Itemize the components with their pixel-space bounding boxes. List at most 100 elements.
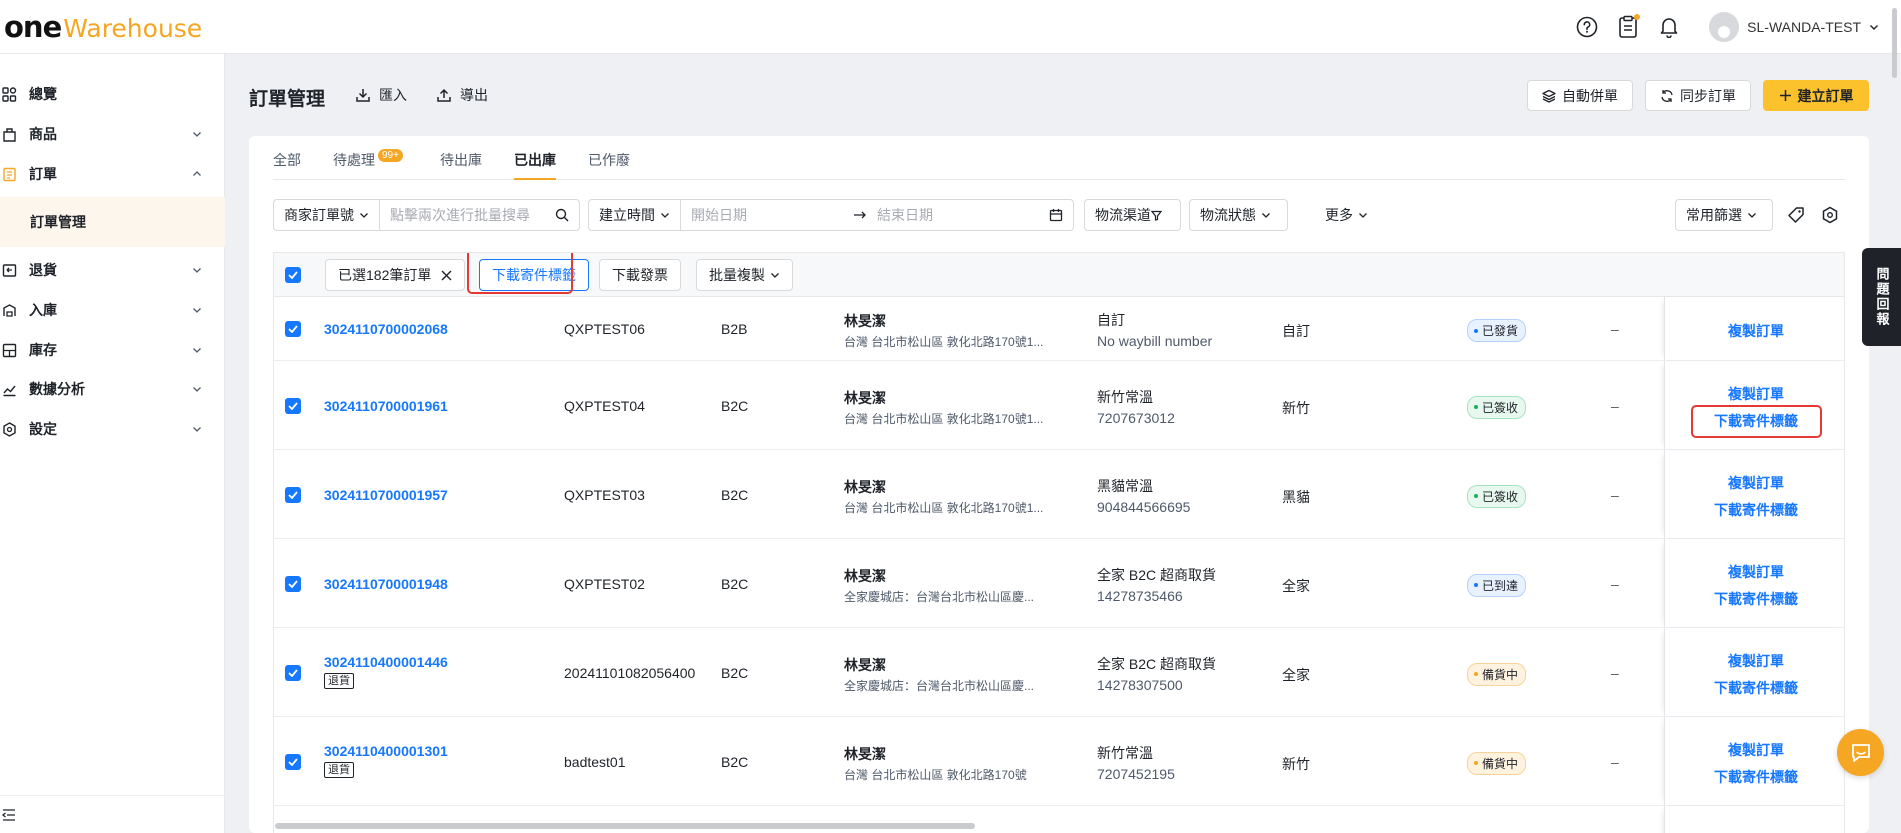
carrier: 全家 xyxy=(1282,666,1310,683)
tab-label: 已作廢 xyxy=(588,152,630,168)
download-label-link[interactable]: 下載寄件標籤 xyxy=(1665,589,1844,609)
order-number-cell: 3024110700001961 xyxy=(324,398,448,414)
order-search-input[interactable]: 點擊兩次進行批量搜尋 xyxy=(380,200,579,230)
sidebar: 總覽 商品 訂單 訂單管理 退貨 入庫 庫存 數據分析 設定 xyxy=(0,54,225,833)
chevron-down-icon xyxy=(1870,25,1878,30)
copy-order-link[interactable]: 複製訂單 xyxy=(1665,740,1844,760)
tab-all[interactable]: 全部 xyxy=(273,150,301,180)
copy-order-link[interactable]: 複製訂單 xyxy=(1665,651,1844,671)
sidebar-subitem-order-management[interactable]: 訂單管理 xyxy=(0,197,225,247)
order-number-link[interactable]: 3024110700001948 xyxy=(324,576,448,592)
more-filters-button[interactable]: 更多 xyxy=(1313,199,1373,231)
recipient-cell: 林旻潔 全家慶城店：台灣台北市松山區慶... xyxy=(844,566,1034,605)
chevron-up-icon xyxy=(191,168,203,180)
tab-bar: 全部 待處理 99+ 待出庫 已出庫 已作廢 xyxy=(273,136,1845,180)
start-date-input[interactable]: 開始日期 xyxy=(681,200,853,230)
create-order-button[interactable]: 建立訂單 xyxy=(1763,80,1869,111)
time-field-label: 建立時間 xyxy=(599,207,655,223)
sidebar-item-overview[interactable]: 總覽 xyxy=(0,74,225,114)
merchant-order-no: 20241101082056400 xyxy=(564,664,696,681)
sidebar-item-inventory[interactable]: 庫存 xyxy=(0,330,225,370)
common-filter-select[interactable]: 常用篩選 xyxy=(1675,199,1773,231)
inbound-icon xyxy=(1,302,17,318)
export-button[interactable]: 導出 xyxy=(436,85,488,105)
clipboard-icon[interactable] xyxy=(1615,14,1641,40)
order-type: B2B xyxy=(721,321,748,337)
placeholder-dash: – xyxy=(1611,753,1619,770)
column-settings-icon[interactable] xyxy=(1821,206,1839,227)
chevron-down-icon xyxy=(191,423,203,435)
row-checkbox[interactable] xyxy=(285,486,301,503)
download-label-link[interactable]: 下載寄件標籤 xyxy=(1665,678,1844,698)
sidebar-item-settings[interactable]: 設定 xyxy=(0,409,225,449)
order-number-link[interactable]: 3024110700002068 xyxy=(324,321,448,337)
row-checkbox[interactable] xyxy=(285,664,301,681)
sync-orders-button[interactable]: 同步訂單 xyxy=(1645,80,1751,111)
order-icon xyxy=(1,166,17,182)
status-cell: 已發貨 xyxy=(1467,319,1527,342)
row-checkbox[interactable] xyxy=(285,575,301,592)
tab-voided[interactable]: 已作廢 xyxy=(588,150,630,180)
row-checkbox[interactable] xyxy=(285,753,301,770)
time-field-select[interactable]: 建立時間 xyxy=(589,200,681,230)
sidebar-item-products[interactable]: 商品 xyxy=(0,114,225,154)
select-all-checkbox[interactable] xyxy=(285,267,301,283)
tab-shipped[interactable]: 已出庫 xyxy=(514,150,556,180)
logistics-channel-filter[interactable]: 物流渠道 xyxy=(1084,199,1181,231)
row-checkbox[interactable] xyxy=(285,397,301,414)
collapse-sidebar-button[interactable] xyxy=(0,795,225,833)
feedback-button[interactable]: 問題回報 xyxy=(1862,248,1901,346)
tracking-number: 904844566695 xyxy=(1097,498,1191,515)
order-number-cell: 3024110400001301 退貨 xyxy=(324,743,448,778)
sidebar-item-inbound[interactable]: 入庫 xyxy=(0,290,225,330)
date-range-group: 建立時間 開始日期 結束日期 xyxy=(588,199,1074,231)
logistics-status-select[interactable]: 物流狀態 xyxy=(1189,199,1288,231)
auto-merge-button[interactable]: 自動併單 xyxy=(1527,80,1633,111)
copy-order-link[interactable]: 複製訂單 xyxy=(1665,473,1844,493)
merchant-order-no: QXPTEST02 xyxy=(564,575,645,592)
recipient-cell: 林旻潔 台灣 台北市松山區 敦化北路170號1... xyxy=(844,388,1043,427)
shipping-method: 黑貓常溫 xyxy=(1097,477,1153,494)
tag-icon[interactable] xyxy=(1787,206,1805,227)
logo[interactable]: one Warehouse xyxy=(4,10,202,44)
status-badge: 備貨中 xyxy=(1467,751,1527,775)
close-icon[interactable] xyxy=(441,270,452,281)
tab-pending[interactable]: 待處理 99+ xyxy=(333,149,403,180)
copy-order-link[interactable]: 複製訂單 xyxy=(1665,384,1844,404)
chat-button[interactable] xyxy=(1837,729,1884,776)
chevron-down-icon xyxy=(191,128,203,140)
placeholder-dash: – xyxy=(1611,575,1619,592)
sidebar-item-orders[interactable]: 訂單 xyxy=(0,154,225,194)
user-menu[interactable]: SL-WANDA-TEST xyxy=(1709,12,1879,42)
recipient-name: 林旻潔 xyxy=(844,745,886,762)
copy-order-link[interactable]: 複製訂單 xyxy=(1665,321,1844,341)
shipping-method: 新竹常溫 xyxy=(1097,388,1153,405)
order-number-link[interactable]: 3024110400001446 xyxy=(324,654,448,670)
order-field-select[interactable]: 商家訂單號 xyxy=(274,200,380,230)
import-button[interactable]: 匯入 xyxy=(355,85,407,105)
help-icon[interactable] xyxy=(1574,14,1600,40)
sidebar-item-returns[interactable]: 退貨 xyxy=(0,250,225,290)
shipping-cell: 全家 B2C 超商取貨 14278307500 xyxy=(1097,654,1216,693)
download-label-link[interactable]: 下載寄件標籤 xyxy=(1665,500,1844,520)
sidebar-item-analytics[interactable]: 數據分析 xyxy=(0,369,225,409)
tab-awaiting-outbound[interactable]: 待出庫 xyxy=(440,150,482,180)
bell-icon[interactable] xyxy=(1656,14,1682,40)
order-number-link[interactable]: 3024110700001961 xyxy=(324,398,448,414)
sidebar-item-label: 入庫 xyxy=(29,302,57,318)
download-invoice-button[interactable]: 下載發票 xyxy=(599,259,681,291)
order-number-link[interactable]: 3024110700001957 xyxy=(324,487,448,503)
horizontal-scrollbar[interactable] xyxy=(273,822,1845,830)
sync-icon xyxy=(1661,89,1673,102)
batch-copy-select[interactable]: 批量複製 xyxy=(696,259,793,291)
end-date-input[interactable]: 結束日期 xyxy=(867,200,1073,230)
order-number-link[interactable]: 3024110400001301 xyxy=(324,743,448,759)
return-tag: 退貨 xyxy=(324,672,354,689)
status-text: 已發貨 xyxy=(1482,324,1519,338)
download-label-link[interactable]: 下載寄件標籤 xyxy=(1665,767,1844,787)
row-checkbox[interactable] xyxy=(285,321,301,337)
page-title: 訂單管理 xyxy=(249,89,326,110)
tab-label: 待處理 xyxy=(333,152,375,168)
chevron-down-icon xyxy=(1359,213,1367,218)
copy-order-link[interactable]: 複製訂單 xyxy=(1665,562,1844,582)
